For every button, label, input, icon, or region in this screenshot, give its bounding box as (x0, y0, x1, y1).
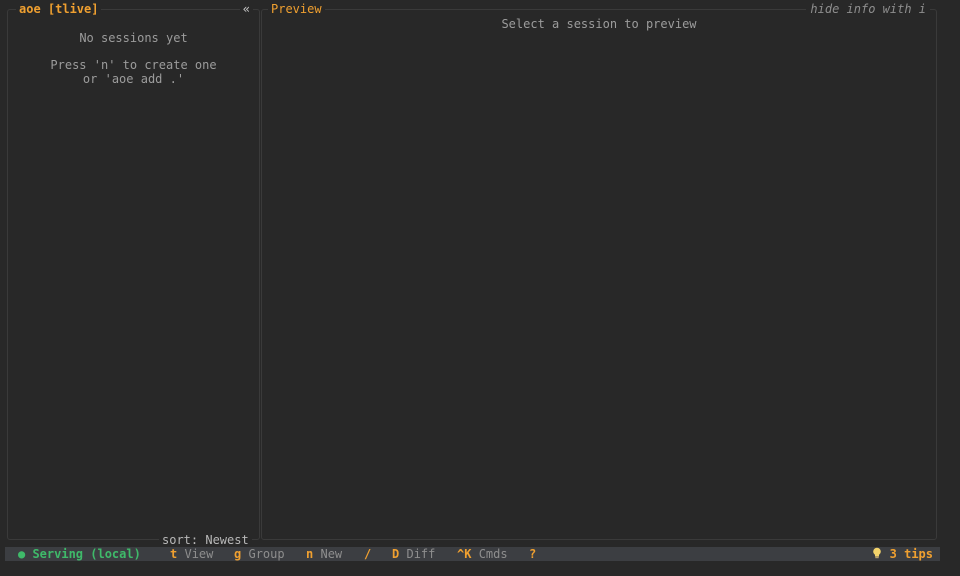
shortcut-view[interactable]: t View (170, 547, 213, 561)
shortcut-key: n (306, 547, 314, 561)
preview-title: Preview (268, 2, 325, 16)
shortcut-key: g (234, 547, 242, 561)
sort-indicator[interactable]: sort: Newest (159, 533, 252, 547)
empty-state-hint-line1: Press 'n' to create one (50, 58, 217, 72)
shortcut-label: New (320, 547, 343, 561)
tips-count: 3 tips (889, 547, 933, 561)
hide-info-hint: hide info with i (806, 2, 930, 16)
shortcut-key: t (170, 547, 178, 561)
shortcut-diff[interactable]: D Diff (392, 547, 435, 561)
shortcut-key: / (364, 547, 372, 561)
status-bar: ● Serving (local) t View g Group n New /… (5, 547, 940, 561)
shortcut-key: ^K (457, 547, 472, 561)
collapse-panel-icon[interactable]: « (239, 2, 253, 16)
preview-empty-message: Select a session to preview (501, 17, 697, 31)
shortcut-commands[interactable]: ^K Cmds (457, 547, 508, 561)
shortcut-label: View (184, 547, 214, 561)
shortcut-key: D (392, 547, 400, 561)
tips-indicator[interactable]: 3 tips (872, 547, 933, 561)
shortcut-label: Group (248, 547, 285, 561)
shortcut-new[interactable]: n New (306, 547, 342, 561)
shortcut-key: ? (529, 547, 537, 561)
shortcut-label: Cmds (478, 547, 508, 561)
empty-state-heading: No sessions yet (79, 31, 188, 45)
session-list-panel: aoe [tlive] « No sessions yet Press 'n' … (7, 2, 260, 540)
shortcut-search[interactable]: / (364, 547, 371, 561)
session-list-title: aoe [tlive] (16, 2, 102, 16)
preview-panel: Preview hide info with i Select a sessio… (261, 2, 937, 540)
shortcut-help[interactable]: ? (529, 547, 536, 561)
shortcut-label: Diff (406, 547, 436, 561)
shortcut-group[interactable]: g Group (234, 547, 285, 561)
serving-status: ● Serving (local) (18, 547, 141, 561)
lightbulb-icon (872, 547, 882, 561)
empty-state-hint-line2: or 'aoe add .' (82, 72, 185, 86)
